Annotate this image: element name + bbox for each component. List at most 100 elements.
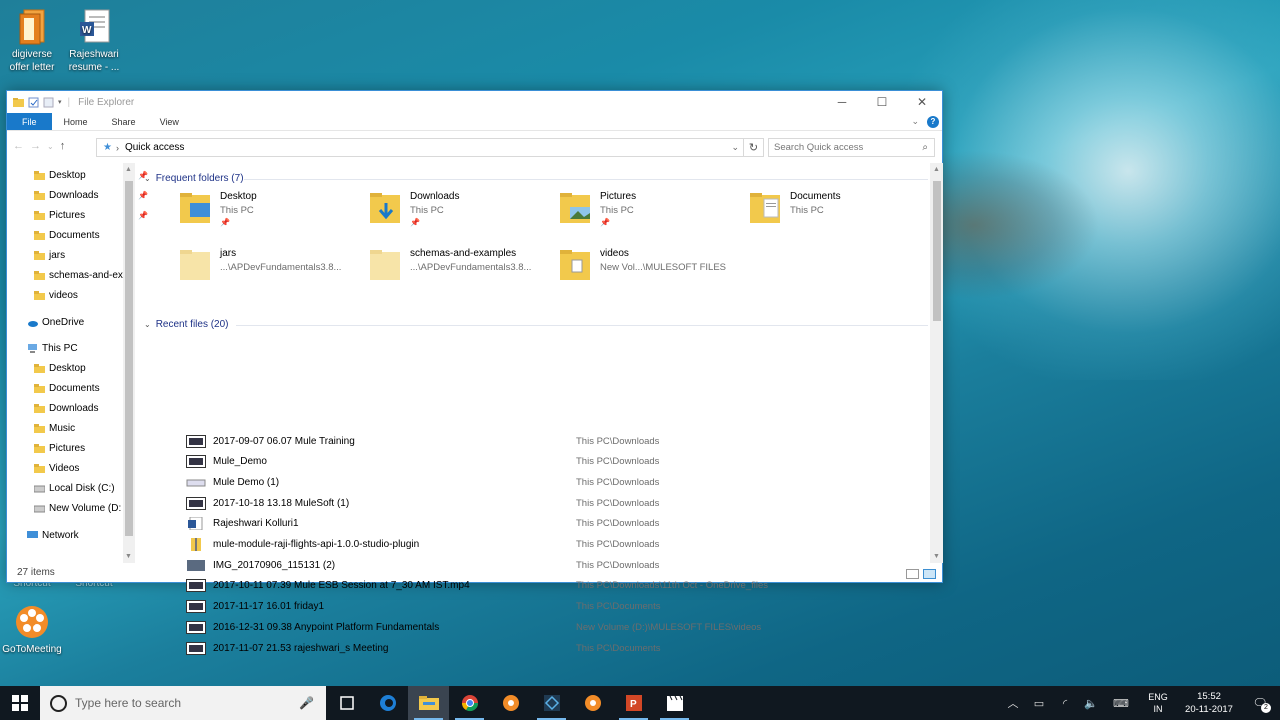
task-view-icon (339, 696, 354, 710)
folder-name: Documents (790, 191, 841, 202)
recent-file-row[interactable]: IMG_20170906_115131 (2) This PC\Downloads (186, 555, 926, 575)
frequent-folder-tile[interactable]: Pictures This PC 📌 (560, 191, 750, 241)
word-file-icon (186, 516, 206, 531)
region-code: IN (1153, 704, 1163, 714)
frequent-folder-tile[interactable]: Desktop This PC 📌 (180, 191, 370, 241)
recent-file-row[interactable]: Mule Demo (1) This PC\Downloads (186, 472, 926, 492)
desktop-icon-gotomeeting[interactable]: GoToMeeting (0, 603, 64, 656)
close-button[interactable]: ✕ (902, 91, 942, 113)
frequent-folder-tile[interactable]: Downloads This PC 📌 (370, 191, 560, 241)
scroll-down-icon[interactable]: ▼ (125, 553, 132, 560)
group-header-frequent-folders[interactable]: ⌄ Frequent folders (7) (144, 173, 244, 184)
video-file-icon (186, 600, 206, 614)
microphone-icon[interactable]: 🎤 (299, 696, 314, 710)
desktop-icon-label: GoToMeeting (2, 644, 62, 655)
frequent-folder-tile[interactable]: videos New Vol...\MULESOFT FILES (560, 248, 750, 298)
recent-file-row[interactable]: 2017-10-18 13.18 MuleSoft (1) This PC\Dow… (186, 493, 926, 513)
breadcrumb-quick-access[interactable]: Quick access (125, 142, 184, 153)
content-scrollbar[interactable]: ▲ ▼ (930, 163, 943, 563)
start-button[interactable] (0, 686, 40, 720)
up-arrow-icon[interactable]: ↑ (60, 140, 66, 152)
back-arrow-icon[interactable]: ← (13, 140, 24, 152)
group-header-recent-files[interactable]: ⌄ Recent files (20) (144, 319, 229, 330)
show-hidden-icons-icon[interactable]: ︿ (1000, 695, 1026, 711)
file-name: 2017-10-18 13.18 MuleSoft (1) (213, 497, 350, 509)
desktop-icon-label: Rajeshwari (69, 49, 119, 60)
frequent-folder-tile[interactable]: Documents This PC (750, 191, 940, 241)
large-icons-view-icon[interactable] (923, 569, 936, 579)
expand-ribbon-icon[interactable]: ⌄ (911, 116, 919, 127)
forward-arrow-icon[interactable]: → (30, 140, 41, 152)
navpane-item-label: Documents (49, 229, 100, 241)
folder-icon (370, 248, 402, 282)
tab-view[interactable]: View (148, 113, 191, 130)
minimize-button[interactable]: ─ (822, 91, 862, 113)
folder-location: New Vol...\MULESOFT FILES (600, 262, 727, 273)
breadcrumb-separator-icon[interactable]: › (116, 143, 119, 153)
refresh-button[interactable]: ↻ (744, 138, 764, 157)
address-bar[interactable]: ★ › Quick access ⌄ (96, 138, 744, 157)
collapse-icon[interactable]: ⌄ (144, 174, 151, 183)
task-view-button[interactable] (326, 686, 367, 720)
search-input[interactable]: Search Quick access ⌕ (768, 138, 935, 157)
clock[interactable]: 15:52 20-11-2017 (1178, 690, 1240, 716)
taskbar-edge[interactable] (367, 686, 408, 720)
recent-file-row[interactable]: 2017-10-11 07.39 Mule ESB Session at 7_3… (186, 576, 926, 596)
properties-icon[interactable] (28, 97, 39, 108)
keyboard-icon[interactable]: ⌨ (1104, 697, 1138, 710)
document-icon (15, 8, 49, 46)
scrollbar-thumb[interactable] (125, 181, 133, 536)
folder-location: ...\APDevFundamentals3.8... (220, 262, 342, 273)
taskbar-movie-maker[interactable] (654, 686, 695, 720)
refresh-icon: ↻ (748, 142, 759, 154)
recent-file-row[interactable]: Rajeshwari Kolluri1 This PC\Downloads (186, 514, 926, 534)
customize-toolbar-icon[interactable]: ▾ (58, 98, 62, 106)
recent-file-row[interactable]: Mule_Demo This PC\Downloads (186, 452, 926, 472)
maximize-button[interactable]: ☐ (862, 91, 902, 113)
recent-file-row[interactable]: 2017-11-07 21.53 rajeshwari_s Meeting Thi… (186, 638, 926, 658)
taskbar-file-explorer[interactable] (408, 686, 449, 720)
help-icon[interactable]: ? (927, 115, 939, 128)
content-area: ⌄ Frequent folders (7) ⌄ Recent files (2… (144, 167, 928, 655)
battery-icon[interactable]: ▭ (1026, 697, 1052, 710)
collapse-icon[interactable]: ⌄ (144, 320, 151, 329)
tab-share[interactable]: Share (100, 113, 148, 130)
taskbar: Type here to search 🎤 P ︿ ▭ ◜ 🔈 ⌨ ENG IN… (0, 686, 1280, 720)
navpane-item-label: jars (49, 249, 66, 261)
taskbar-anypoint-studio[interactable] (531, 686, 572, 720)
file-name: 2017-11-17 16.01 friday1 (213, 601, 325, 613)
action-center-button[interactable]: 🗨 2 (1240, 686, 1280, 720)
address-dropdown-icon[interactable]: ⌄ (731, 142, 739, 153)
recent-file-row[interactable]: 2017-11-17 16.01 friday1 This PC\Document… (186, 597, 926, 617)
navigation-pane-scrollbar[interactable]: ▲ ▼ (123, 163, 135, 563)
input-language[interactable]: ENG IN (1138, 691, 1178, 715)
recent-file-row[interactable]: 2017-09-07 06.07 Mule Training This PC\Do… (186, 431, 926, 451)
taskbar-gotomeeting[interactable] (490, 686, 531, 720)
scrollbar-thumb[interactable] (933, 181, 941, 321)
video-file-icon (186, 476, 206, 489)
title-bar[interactable]: ▾ | File Explorer ─ ☐ ✕ (7, 91, 942, 113)
scroll-up-icon[interactable]: ▲ (125, 166, 132, 173)
recent-file-row[interactable]: mule-module-raji-flights-api-1.0.0-studi… (186, 535, 926, 555)
volume-icon[interactable]: 🔈 (1078, 697, 1104, 710)
frequent-folder-tile[interactable]: schemas-and-examples ...\APDevFundamental… (370, 248, 560, 298)
wifi-icon[interactable]: ◜ (1052, 697, 1078, 710)
taskbar-gotomeeting-2[interactable] (572, 686, 613, 720)
frequent-folder-tile[interactable]: jars ...\APDevFundamentals3.8... (180, 248, 370, 298)
tab-file[interactable]: File (7, 113, 52, 130)
recent-locations-icon[interactable]: ⌄ (47, 142, 54, 151)
taskbar-chrome[interactable] (449, 686, 490, 720)
details-view-icon[interactable] (906, 569, 919, 579)
desktop-icon-resume[interactable]: W Rajeshwari resume - ... (62, 8, 126, 74)
new-folder-icon[interactable] (43, 97, 54, 108)
recent-file-row[interactable]: 2016-12-31 09.38 Anypoint Platform Funda… (186, 617, 926, 637)
scroll-up-icon[interactable]: ▲ (933, 166, 940, 173)
folder-name: videos (600, 248, 629, 259)
scroll-down-icon[interactable]: ▼ (933, 553, 940, 560)
taskbar-search-box[interactable]: Type here to search 🎤 (40, 686, 326, 720)
clock-date: 20-11-2017 (1185, 704, 1233, 715)
tab-home[interactable]: Home (52, 113, 100, 130)
file-name: 2017-11-07 21.53 rajeshwari_s Meeting (213, 642, 389, 654)
taskbar-powerpoint[interactable]: P (613, 686, 654, 720)
desktop-icon-digiverse[interactable]: digiverse offer letter (0, 8, 64, 74)
